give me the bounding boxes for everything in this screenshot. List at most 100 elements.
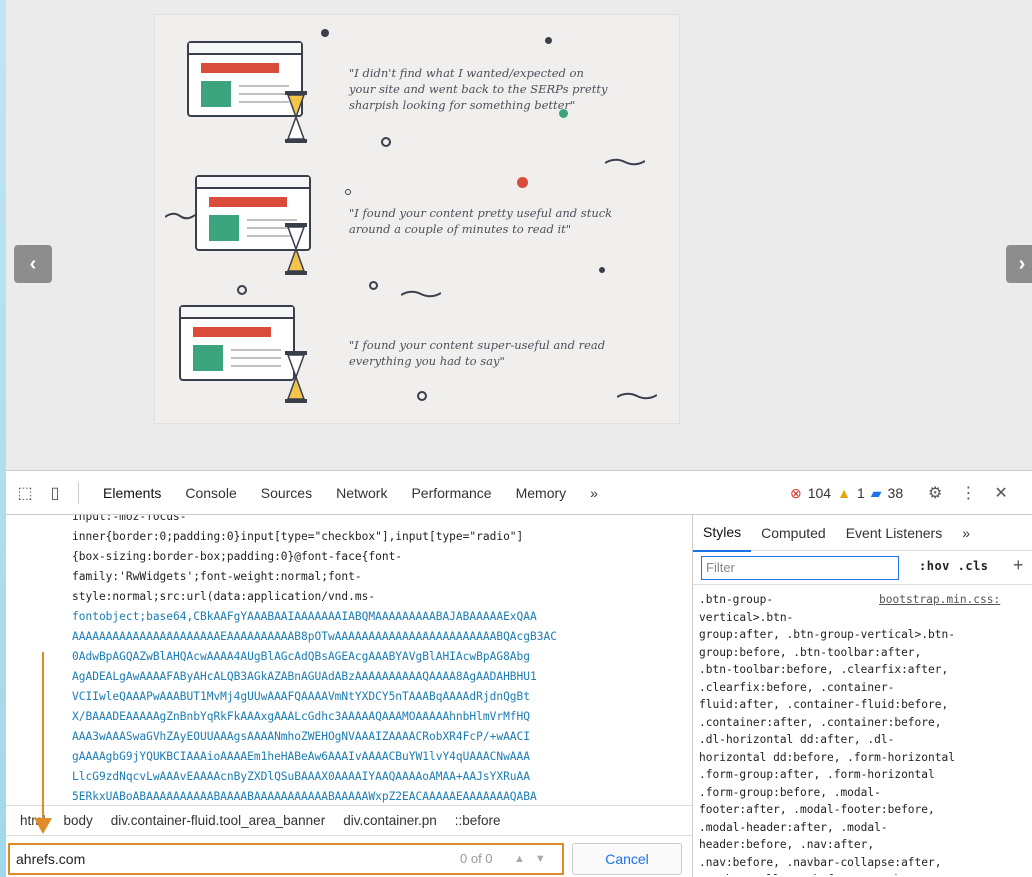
decor-dot xyxy=(517,177,528,188)
code-line: gAAAAgbG9jYQUKBCIAAAioAAAAEm1heHABeAw6AA… xyxy=(72,750,531,763)
css-rule-line: .btn-toolbar:before, .clearfix:after, xyxy=(699,663,949,676)
code-line: AAA3wAAASwaGVhZAyEOUUAAAgsAAAANmhoZWEHOg… xyxy=(72,730,531,743)
tab-styles[interactable]: Styles xyxy=(693,514,752,552)
gear-icon[interactable]: ⚙ xyxy=(928,483,942,503)
hourglass-icon xyxy=(285,223,307,275)
css-rule-line: fluid:after, .container-fluid:before, xyxy=(699,698,949,711)
css-rule-line: .nav:before, .navbar-collapse:after, xyxy=(699,855,942,869)
tab-elements[interactable]: Elements xyxy=(91,471,173,515)
stylesheet-source-link[interactable]: bootstrap.min.css: xyxy=(879,591,1000,609)
decor-ring xyxy=(237,285,247,295)
tab-performance[interactable]: Performance xyxy=(399,471,503,515)
carousel-next-button[interactable]: › xyxy=(1006,245,1032,283)
warning-icon: ▲ xyxy=(837,485,851,501)
styles-filter-input[interactable]: Filter xyxy=(701,556,899,580)
breadcrumb-item[interactable]: body xyxy=(64,813,93,828)
decor-squiggle xyxy=(401,290,441,298)
tab-network[interactable]: Network xyxy=(324,471,399,515)
code-line: 5ERkxUABoABAAAAAAAAAABAAAABAAAAAAAAAAABA… xyxy=(72,790,537,803)
devtools-panel: ⬚ ▯ Elements Console Sources Network Per… xyxy=(6,470,1032,877)
divider xyxy=(78,481,79,504)
css-rules[interactable]: .btn-group-bootstrap.min.css: vertical>.b… xyxy=(693,585,1032,875)
breadcrumb-item[interactable]: div.container-fluid.tool_area_banner xyxy=(111,813,325,828)
tab-console[interactable]: Console xyxy=(173,471,248,515)
css-rule-line: .navbar-collapse:before, .navbar- xyxy=(699,871,1032,875)
code-line: 0AdwBpAGQAZwBlAHQAcwAAAA4AUgBlAGcAdQBsAG… xyxy=(72,650,531,663)
css-rule-line: group:before, .btn-toolbar:after, xyxy=(699,645,922,659)
styles-tabbar: Styles Computed Event Listeners » xyxy=(693,514,1032,552)
css-rule-line: .form-group:after, .form-horizontal xyxy=(699,768,935,781)
dwell-time-illustration: "I didn't find what I wanted/expected on… xyxy=(154,14,680,424)
tab-computed[interactable]: Computed xyxy=(751,515,836,551)
code-line: AgADEALgAwAAAAFAByAHcALQB3AGkAZABnAGUAdA… xyxy=(72,670,537,683)
code-line: AAAAAAAAAAAAAAAAAAAAAAEAAAAAAAAAAB8pOTwA… xyxy=(72,630,557,643)
elements-source-view[interactable]: input:-moz-focus-inner{border:0;padding:… xyxy=(6,515,692,805)
cancel-button[interactable]: Cancel xyxy=(572,843,682,875)
css-rule-line: vertical>.btn- xyxy=(699,610,794,624)
css-rule-line: header:before, .nav:after, xyxy=(699,838,875,851)
css-rule-line: .dl-horizontal dd:after, .dl- xyxy=(699,733,895,746)
decor-ring xyxy=(369,281,378,290)
find-bar: ahrefs.com 0 of 0 ▲▼ Cancel xyxy=(6,835,692,877)
decor-ring xyxy=(381,137,391,147)
code-line: X/BAAADEAAAAAgZnBnbYqRkFkAAAxgAAALcGdhc3… xyxy=(72,710,531,723)
issue-counters[interactable]: ⊗ 104 ▲ 1 ▰ 38 xyxy=(790,471,903,515)
hourglass-icon xyxy=(285,351,307,403)
code-line: VCIIwleQAAAPwAAABUT1MvMj4gUUwAAAFQAAAAVm… xyxy=(72,690,531,703)
kebab-menu-icon[interactable]: ⋮ xyxy=(960,483,976,503)
chevron-right-icon: › xyxy=(1018,252,1026,275)
tab-event-listeners[interactable]: Event Listeners xyxy=(836,515,953,551)
hourglass-icon xyxy=(285,91,307,143)
more-style-tabs-button[interactable]: » xyxy=(952,515,980,551)
chevron-left-icon: ‹ xyxy=(29,252,37,275)
code-line: family:'RwWidgets';font-weight:normal;fo… xyxy=(72,570,362,583)
decor-dot xyxy=(321,29,329,37)
breadcrumb-item[interactable]: ::before xyxy=(455,813,501,828)
code-line: input:-moz-focus- xyxy=(72,515,187,523)
search-match-count: 0 of 0 xyxy=(460,851,493,866)
decor-ring xyxy=(559,109,568,118)
inspect-element-icon[interactable]: ⬚ xyxy=(14,482,36,504)
close-icon[interactable]: ✕ xyxy=(994,483,1007,503)
css-rule-line: footer:after, .modal-footer:before, xyxy=(699,803,935,816)
quote-2: "I found your content pretty useful and … xyxy=(349,206,613,236)
more-tabs-button[interactable]: » xyxy=(578,471,610,515)
css-rule-line: .form-group:before, .modal- xyxy=(699,785,881,799)
styles-pane: Styles Computed Event Listeners » Filter… xyxy=(692,515,1032,877)
decor-ring xyxy=(345,189,351,195)
page-viewport: ‹ › "I didn't find what I wanted/expecte… xyxy=(6,0,1032,470)
decor-dot xyxy=(545,37,552,44)
new-rule-button[interactable]: + xyxy=(1013,555,1024,576)
decor-squiggle xyxy=(165,212,195,220)
decor-squiggle xyxy=(605,158,645,166)
code-line: {box-sizing:border-box;padding:0}@font-f… xyxy=(72,550,403,563)
search-nav-arrows[interactable]: ▲▼ xyxy=(514,843,556,875)
decor-squiggle xyxy=(617,392,657,400)
code-line: fontobject;base64,CBkAAFgYAAABAAIAAAAAAA… xyxy=(72,610,537,623)
annotation-arrow-head xyxy=(34,818,52,834)
carousel-prev-button[interactable]: ‹ xyxy=(14,245,52,283)
decor-dot xyxy=(599,267,605,273)
code-line: LlcG9zdNqcvLwAAAvEAAAAcnByZXDlQSuBAAAX0A… xyxy=(72,770,531,783)
decor-ring xyxy=(417,391,427,401)
devtools-tabbar: ⬚ ▯ Elements Console Sources Network Per… xyxy=(6,471,1032,515)
css-rule-line: .clearfix:before, .container- xyxy=(699,680,895,694)
code-line: style:normal;src:url(data:application/vn… xyxy=(72,590,376,603)
hov-cls-toggles[interactable]: :hov .cls xyxy=(919,559,989,573)
message-count: 38 xyxy=(887,485,904,501)
tab-sources[interactable]: Sources xyxy=(249,471,324,515)
error-count: 104 xyxy=(807,485,832,501)
breadcrumb: html body div.container-fluid.tool_area_ba… xyxy=(6,805,692,835)
browser-window-graphic xyxy=(179,305,295,381)
message-icon: ▰ xyxy=(870,484,882,501)
tab-memory[interactable]: Memory xyxy=(504,471,579,515)
breadcrumb-item[interactable]: div.container.pn xyxy=(343,813,437,828)
css-rule-line: horizontal dd:before, .form-horizontal xyxy=(699,750,955,764)
quote-3: "I found your content super-useful and r… xyxy=(349,338,606,368)
quote-1: "I didn't find what I wanted/expected on… xyxy=(349,66,608,112)
error-icon: ⊗ xyxy=(790,484,802,501)
code-line: inner{border:0;padding:0}input[type="che… xyxy=(72,530,524,543)
device-toolbar-icon[interactable]: ▯ xyxy=(44,482,66,504)
css-rule-line: group:after, .btn-group-vertical>.btn- xyxy=(699,628,955,641)
css-rule-line: .container:after, .container:before, xyxy=(699,715,942,729)
